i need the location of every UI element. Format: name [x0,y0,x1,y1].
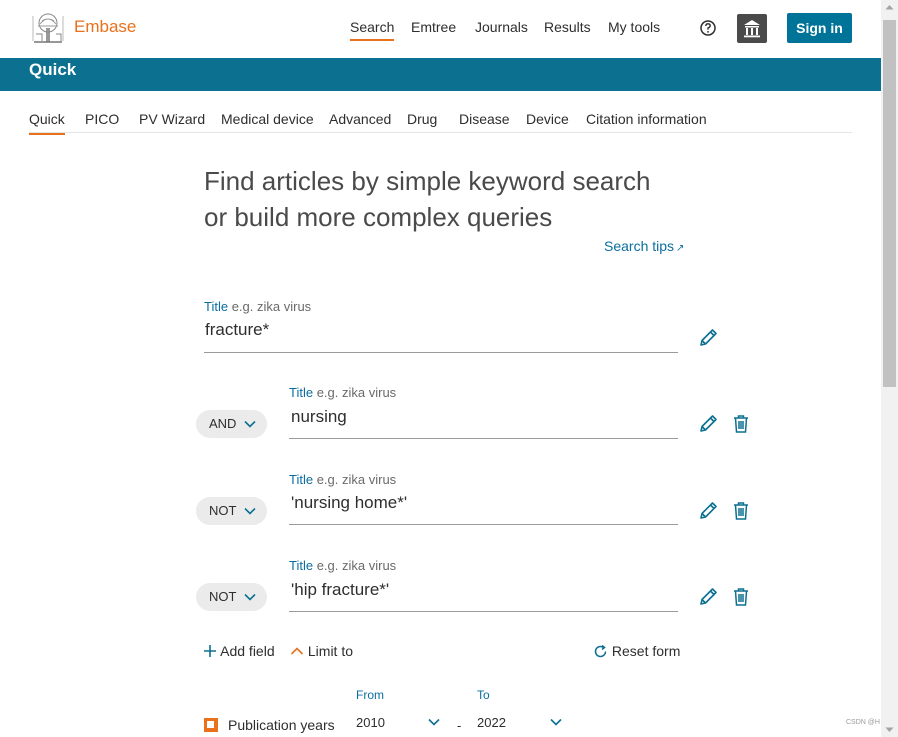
tabs-divider [29,132,852,133]
chevron-down-icon [550,718,562,726]
refresh-icon [594,644,607,658]
tab-disease[interactable]: Disease [459,111,510,127]
field-label-row-2: Title e.g. zika virus [289,385,396,400]
nav-results[interactable]: Results [544,19,591,35]
page-heading: Find articles by simple keyword search o… [204,163,674,235]
chevron-down-icon [244,420,256,428]
watermark-text: CSDN @H [846,719,880,726]
publication-years-checkbox[interactable] [204,718,218,732]
publication-years-label: Publication years [228,717,335,733]
nav-emtree[interactable]: Emtree [411,19,456,35]
help-circle-icon[interactable] [699,19,717,37]
elsevier-tree-logo-icon [30,12,66,45]
tab-pv-wizard[interactable]: PV Wizard [139,111,205,127]
field-label-row-4: Title e.g. zika virus [289,558,396,573]
nav-search[interactable]: Search [350,19,395,41]
sign-in-button[interactable]: Sign in [787,13,852,43]
nav-journals[interactable]: Journals [475,19,528,35]
page-banner [0,58,881,91]
field-type-label[interactable]: Title [204,299,228,314]
operator-select-row-3[interactable]: NOT [196,497,267,525]
search-tips-label: Search tips [604,238,675,254]
edit-pencil-icon[interactable] [697,327,719,349]
edit-pencil-icon[interactable] [697,500,719,522]
field-placeholder: e.g. zika virus [316,385,397,400]
edit-pencil-icon[interactable] [697,586,719,608]
field-type-label[interactable]: Title [289,385,313,400]
limit-to-label: Limit to [307,643,354,659]
tab-device[interactable]: Device [526,111,569,127]
banner-title: Quick [29,60,77,79]
operator-label: NOT [209,503,237,518]
trash-icon[interactable] [730,500,752,522]
field-placeholder: e.g. zika virus [316,472,397,487]
input-underline [289,611,678,612]
reset-form-button[interactable]: Reset form [593,643,680,659]
logo-text[interactable]: Embase [74,17,136,37]
input-underline [289,438,678,439]
external-link-icon: ↗ [676,243,685,254]
scrollbar-thumb[interactable] [883,20,896,387]
field-type-label[interactable]: Title [289,558,313,573]
limit-to-button[interactable]: Limit to [290,643,353,659]
institution-button[interactable] [737,14,767,43]
search-input-row-4[interactable] [291,580,675,600]
from-year-value: 2010 [356,715,385,730]
scroll-up-arrow-icon[interactable] [885,4,894,10]
chevron-down-icon [244,507,256,515]
to-label: To [477,688,490,702]
chevron-up-icon [290,647,304,655]
trash-icon[interactable] [730,413,752,435]
plus-icon [204,645,216,657]
search-input-row-3[interactable] [291,493,675,513]
heading-line-2: or build more complex queries [204,202,553,232]
operator-select-row-2[interactable]: AND [196,410,267,438]
field-label-row-1: Title e.g. zika virus [204,299,311,314]
heading-line-1: Find articles by simple keyword search [204,166,651,196]
input-underline [289,524,678,525]
to-year-select[interactable]: 2022 [477,714,565,732]
operator-label: NOT [209,589,237,604]
from-year-select[interactable]: 2010 [356,714,444,732]
trash-icon[interactable] [730,586,752,608]
to-year-value: 2022 [477,715,506,730]
operator-select-row-4[interactable]: NOT [196,583,267,611]
from-label: From [356,688,384,702]
field-type-label[interactable]: Title [289,472,313,487]
search-input-row-1[interactable] [205,320,675,340]
year-range-separator: - [457,718,462,733]
field-placeholder: e.g. zika virus [316,558,397,573]
tab-citation-information[interactable]: Citation information [586,111,707,127]
add-field-label: Add field [220,643,275,659]
nav-my-tools[interactable]: My tools [608,19,660,35]
reset-form-label: Reset form [611,643,681,659]
field-placeholder: e.g. zika virus [231,299,312,314]
search-tips-link[interactable]: Search tips ↗ [604,238,684,254]
input-underline [204,352,678,353]
institution-icon [744,20,760,38]
search-input-row-2[interactable] [291,407,675,427]
scroll-down-arrow-icon[interactable] [885,727,894,733]
chevron-down-icon [428,718,440,726]
tab-advanced[interactable]: Advanced [329,111,391,127]
tab-pico[interactable]: PICO [85,111,119,127]
add-field-button[interactable]: Add field [203,643,275,659]
chevron-down-icon [244,593,256,601]
field-label-row-3: Title e.g. zika virus [289,472,396,487]
tab-medical-device[interactable]: Medical device [221,111,314,127]
operator-label: AND [209,416,237,431]
edit-pencil-icon[interactable] [697,413,719,435]
tab-drug[interactable]: Drug [407,111,437,127]
